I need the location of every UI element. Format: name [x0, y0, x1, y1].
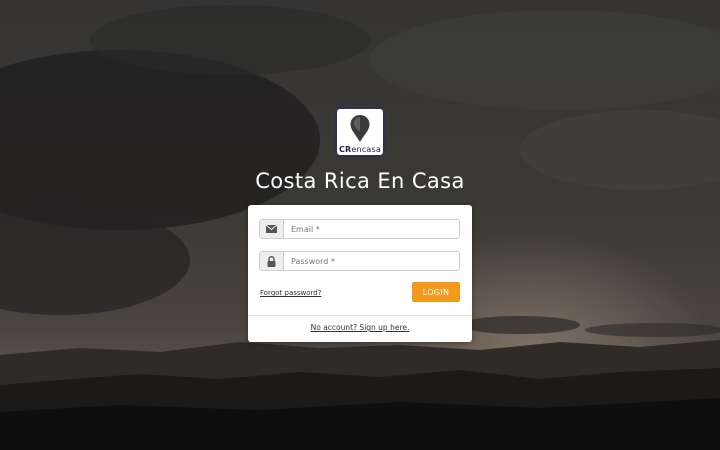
envelope-icon	[260, 220, 284, 238]
logo-wordmark: CRencasa	[338, 145, 381, 154]
email-field[interactable]	[259, 219, 460, 239]
signup-link[interactable]: No account? Sign up here.	[248, 323, 472, 332]
password-input[interactable]	[284, 252, 459, 270]
forgot-password-link[interactable]: Forgot password?	[260, 289, 321, 297]
card-divider	[248, 315, 472, 316]
lock-icon	[260, 252, 284, 270]
password-field[interactable]	[259, 251, 460, 271]
brand-logo: CRencasa	[335, 107, 385, 157]
login-button[interactable]: LOGIN	[412, 282, 460, 302]
login-card: Forgot password? LOGIN No account? Sign …	[248, 205, 472, 342]
email-input[interactable]	[284, 220, 459, 238]
site-title: Costa Rica En Casa	[255, 169, 465, 193]
